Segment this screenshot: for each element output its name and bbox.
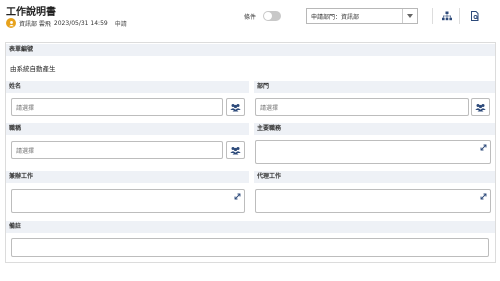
concurrent-work-label: 兼辦工作 [6, 171, 249, 183]
proxy-work-textarea[interactable] [255, 189, 491, 213]
people-icon [230, 146, 241, 154]
proxy-work-label: 代理工作 [254, 171, 495, 183]
doc-no-value: 由系統自動產生 [10, 65, 56, 73]
apply-datetime: 2023/05/31 14:59 [53, 19, 108, 27]
header: 工作說明書 資訊部 雲飛 2023/05/31 14:59 申請 條件 申請部門… [0, 0, 500, 36]
applicant-meta: 資訊部 雲飛 2023/05/31 14:59 申請 [6, 17, 130, 29]
expand-icon[interactable] [480, 144, 487, 151]
department-input[interactable]: 請選擇 [255, 98, 469, 116]
people-icon [230, 103, 241, 111]
remarks-label: 備註 [6, 221, 495, 233]
form-panel: 表單編號 由系統自動產生 姓名 部門 請選擇 請選擇 職稱 主要職務 請選擇 兼… [5, 42, 496, 263]
main-duties-textarea[interactable] [255, 140, 491, 164]
job-title-input[interactable]: 請選擇 [11, 141, 223, 159]
department-select-value: 申請部門：資訊部 [311, 13, 360, 21]
department-label: 部門 [254, 81, 495, 93]
name-picker-button[interactable] [226, 98, 245, 116]
org-chart-icon[interactable] [440, 9, 454, 23]
main-duties-label: 主要職務 [254, 123, 495, 135]
job-title-label: 職稱 [6, 123, 249, 135]
expand-icon[interactable] [480, 193, 487, 200]
name-label: 姓名 [6, 81, 249, 93]
doc-no-label: 表單編號 [6, 44, 495, 56]
name-input[interactable]: 請選擇 [11, 98, 223, 116]
toggle-knob [264, 12, 272, 20]
chevron-down-icon[interactable] [402, 9, 417, 23]
header-divider [432, 8, 433, 24]
page-title: 工作說明書 [6, 7, 56, 18]
condition-label: 條件 [244, 14, 257, 21]
department-select[interactable]: 申請部門：資訊部 [306, 8, 418, 24]
user-avatar-icon [6, 18, 16, 28]
header-divider [459, 8, 460, 24]
concurrent-work-textarea[interactable] [11, 189, 245, 213]
job-title-picker-button[interactable] [226, 141, 245, 159]
applicant-name: 資訊部 雲飛 [19, 20, 51, 28]
expand-icon[interactable] [234, 193, 241, 200]
condition-toggle[interactable] [263, 11, 281, 21]
status-label: 申請 [114, 20, 127, 28]
document-search-icon[interactable] [468, 9, 482, 23]
department-picker-button[interactable] [471, 98, 490, 116]
remarks-input[interactable] [11, 238, 489, 257]
people-icon [475, 103, 486, 111]
